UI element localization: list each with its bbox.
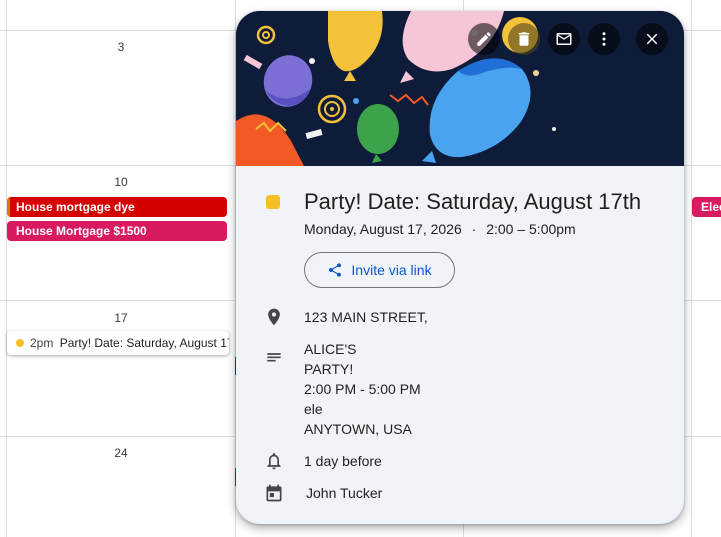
event-description: ALICE'S PARTY! 2:00 PM - 5:00 PM ele ANY… [304, 339, 421, 439]
day-number[interactable]: 10 [101, 175, 141, 189]
grid-line [691, 0, 692, 537]
location-pin-icon [264, 307, 284, 327]
event-chip-mortgage-1500[interactable]: House Mortgage $1500 [7, 221, 227, 241]
description-icon [264, 349, 284, 369]
delete-event-button[interactable] [508, 23, 540, 55]
mail-icon [555, 30, 573, 48]
invite-via-link-button[interactable]: Invite via link [304, 252, 455, 288]
close-button[interactable] [636, 23, 668, 55]
event-datetime: Monday, August 17, 2026 · 2:00 – 5:00pm [304, 221, 576, 237]
event-chip-accent [7, 197, 10, 217]
event-organizer: John Tucker [306, 485, 383, 501]
share-icon [327, 262, 343, 278]
event-location[interactable]: 123 MAIN STREET, [304, 307, 428, 327]
event-chip-label: House Mortgage $1500 [16, 224, 147, 238]
event-title: Party! Date: Saturday, August 17th [59, 336, 229, 350]
close-icon [643, 30, 661, 48]
event-reminder: 1 day before [304, 453, 382, 469]
edit-event-button[interactable] [468, 23, 500, 55]
event-color-square [266, 195, 280, 209]
event-chip-mortgage-dye[interactable]: House mortgage dye [7, 197, 227, 217]
calendar-icon [264, 483, 284, 503]
email-guests-button[interactable] [548, 23, 580, 55]
event-color-dot [16, 338, 24, 347]
edit-icon [475, 30, 493, 48]
grid-line [6, 0, 7, 537]
event-chip-party[interactable]: 2pm Party! Date: Saturday, August 17th [7, 331, 229, 355]
more-vert-icon [595, 30, 613, 48]
description-line: ele [304, 401, 323, 417]
event-time: 2:00 – 5:00pm [486, 221, 576, 237]
event-date: Monday, August 17, 2026 [304, 221, 462, 237]
party-header-illustration [236, 11, 684, 166]
bell-icon [264, 451, 284, 471]
event-chip-elec[interactable]: Elec [692, 197, 721, 217]
more-options-button[interactable] [588, 23, 620, 55]
event-time: 2pm [30, 336, 54, 350]
invite-label: Invite via link [351, 262, 432, 278]
event-chip-label: Elec [701, 200, 721, 214]
description-line: 2:00 PM - 5:00 PM [304, 381, 421, 397]
datetime-separator: · [471, 221, 477, 237]
day-number[interactable]: 3 [101, 40, 141, 54]
day-number[interactable]: 17 [101, 311, 141, 325]
trash-icon [515, 30, 533, 48]
event-details-popover: Party! Date: Saturday, August 17th Monda… [236, 11, 684, 524]
description-line: ANYTOWN, USA [304, 421, 412, 437]
day-number[interactable]: 24 [101, 446, 141, 460]
description-line: PARTY! [304, 361, 354, 377]
event-title: Party! Date: Saturday, August 17th [304, 189, 642, 214]
event-chip-label: House mortgage dye [16, 200, 135, 214]
description-line: ALICE'S [304, 341, 357, 357]
